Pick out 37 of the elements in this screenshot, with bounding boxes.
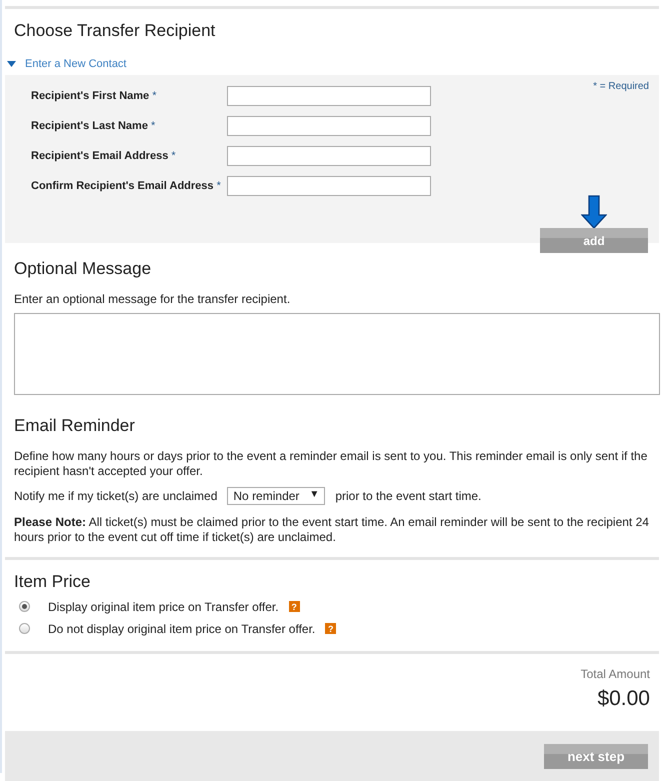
enter-contact-link[interactable]: Enter a New Contact [25,58,126,70]
required-mark: * [171,150,176,162]
reminder-description: Define how many hours or days prior to the event a reminder email is sent to you. This reminder email is only sent if the recipient hasn't accepted your offer. [14,449,648,479]
field-label: Recipient's First Name [31,90,150,102]
input-field[interactable] [227,176,431,196]
radio-button[interactable] [19,601,30,612]
field-label: Recipient's Last Name [31,120,148,132]
required-mark: * [152,90,156,102]
reminder-dropdown[interactable]: No reminder ▼ [227,487,326,505]
total-amount: $0.00 [597,687,650,711]
section-title: Choose Transfer Recipient [14,21,216,41]
option-label: Display original item price on Transfer offer. [48,600,279,614]
radio-button[interactable] [19,623,30,634]
section-title: Optional Message [14,259,152,279]
input-field[interactable] [227,86,431,106]
input-field[interactable] [227,146,431,166]
required-mark: * [216,180,221,192]
total-label: Total Amount [580,667,650,681]
message-hint: Enter an optional message for the transfer recipient. [14,292,292,307]
down-arrow-icon [581,195,607,229]
caret-icon[interactable] [7,61,16,67]
field-label: Recipient's Email Address [31,150,168,162]
section-title: Email Reminder [14,416,136,436]
notify-text: prior to the event start time. [335,489,482,503]
add-button[interactable]: add [540,228,648,253]
option-label: Do not display original item price on Transfer offer. [48,622,316,636]
note-text: Please Note: All ticket(s) must be claimed prior to the event start time. An email reminder will be sent to the recipient 24 hours prior to the event cut off time if ticket(s) are unclaimed. [14,515,650,545]
notify-text: Notify me if my ticket(s) are unclaimed [14,489,218,503]
next-step-button[interactable]: next step [544,744,648,768]
help-icon[interactable]: ? [325,623,336,634]
required-note: * = Required [593,81,649,92]
input-field[interactable] [227,116,431,136]
field-label: Confirm Recipient's Email Address [31,180,214,192]
message-field[interactable] [14,313,660,395]
help-icon[interactable]: ? [288,601,300,612]
required-mark: * [151,120,156,132]
section-title: Item Price [14,572,92,592]
